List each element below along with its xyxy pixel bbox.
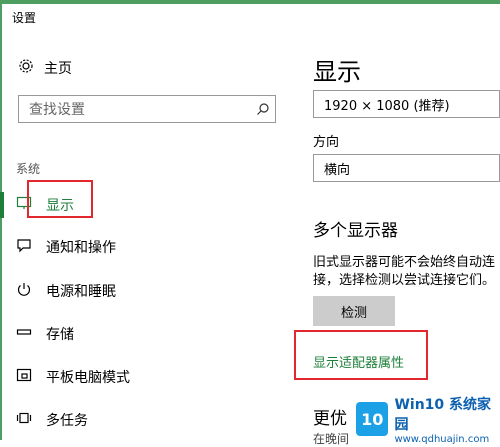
multi-display-heading: 多个显示器 [313,221,398,241]
annotation-box-display [27,180,93,218]
resolution-dropdown[interactable]: 1920 × 1080 (推荐) [313,90,500,118]
sidebar-item-storage[interactable]: 存储 [16,321,74,347]
multi-display-description: 旧式显示器可能不会始终自动连接，选择检测以尝试连接它们。 [313,255,496,288]
sidebar-item-label: 电源和睡眠 [46,284,116,300]
more-subtext: 在晚间 [313,432,350,446]
power-icon [16,281,32,301]
search-placeholder: 查找设置 [29,102,85,118]
search-icon[interactable] [251,102,275,116]
active-indicator [0,192,4,218]
watermark-text: Win10 系统家园 www.qdhuajin.com [394,394,500,445]
gear-icon [18,58,34,78]
page-title: 显示 [313,58,361,86]
home-label: 主页 [44,61,72,77]
sidebar-item-power[interactable]: 电源和睡眠 [16,278,116,304]
home-nav-item[interactable]: 主页 [18,58,72,78]
sidebar-item-label: 存储 [46,327,74,343]
sidebar-item-label: 多任务 [46,413,88,429]
annotation-box-adapter [294,330,428,380]
window-top-border [0,0,500,4]
sidebar-item-notifications[interactable]: 通知和操作 [16,234,116,260]
window-left-border [0,0,2,440]
orientation-label: 方向 [313,135,340,150]
win10-logo-icon: 10 [356,402,389,436]
search-input[interactable]: 查找设置 [18,95,276,123]
storage-icon [16,324,32,344]
watermark: 10 Win10 系统家园 www.qdhuajin.com [356,397,500,445]
resolution-value: 1920 × 1080 (推荐) [324,98,450,114]
sidebar-item-multitask[interactable]: 多任务 [16,407,88,433]
watermark-url: www.qdhuajin.com [394,433,490,445]
sidebar-item-label: 平板电脑模式 [46,370,130,386]
multitask-icon [16,410,32,430]
message-icon [16,237,32,257]
more-heading: 更优 [313,409,347,429]
orientation-value: 横向 [324,162,351,178]
tablet-mode-icon [16,367,32,387]
orientation-dropdown[interactable]: 横向 [313,154,500,182]
sidebar-item-tablet-mode[interactable]: 平板电脑模式 [16,364,130,390]
window-title: 设置 [12,11,37,25]
watermark-main: Win10 系统家园 [394,396,492,433]
section-label: 系统 [16,162,41,176]
sidebar-item-label: 通知和操作 [46,240,116,256]
detect-button[interactable]: 检测 [313,296,395,326]
